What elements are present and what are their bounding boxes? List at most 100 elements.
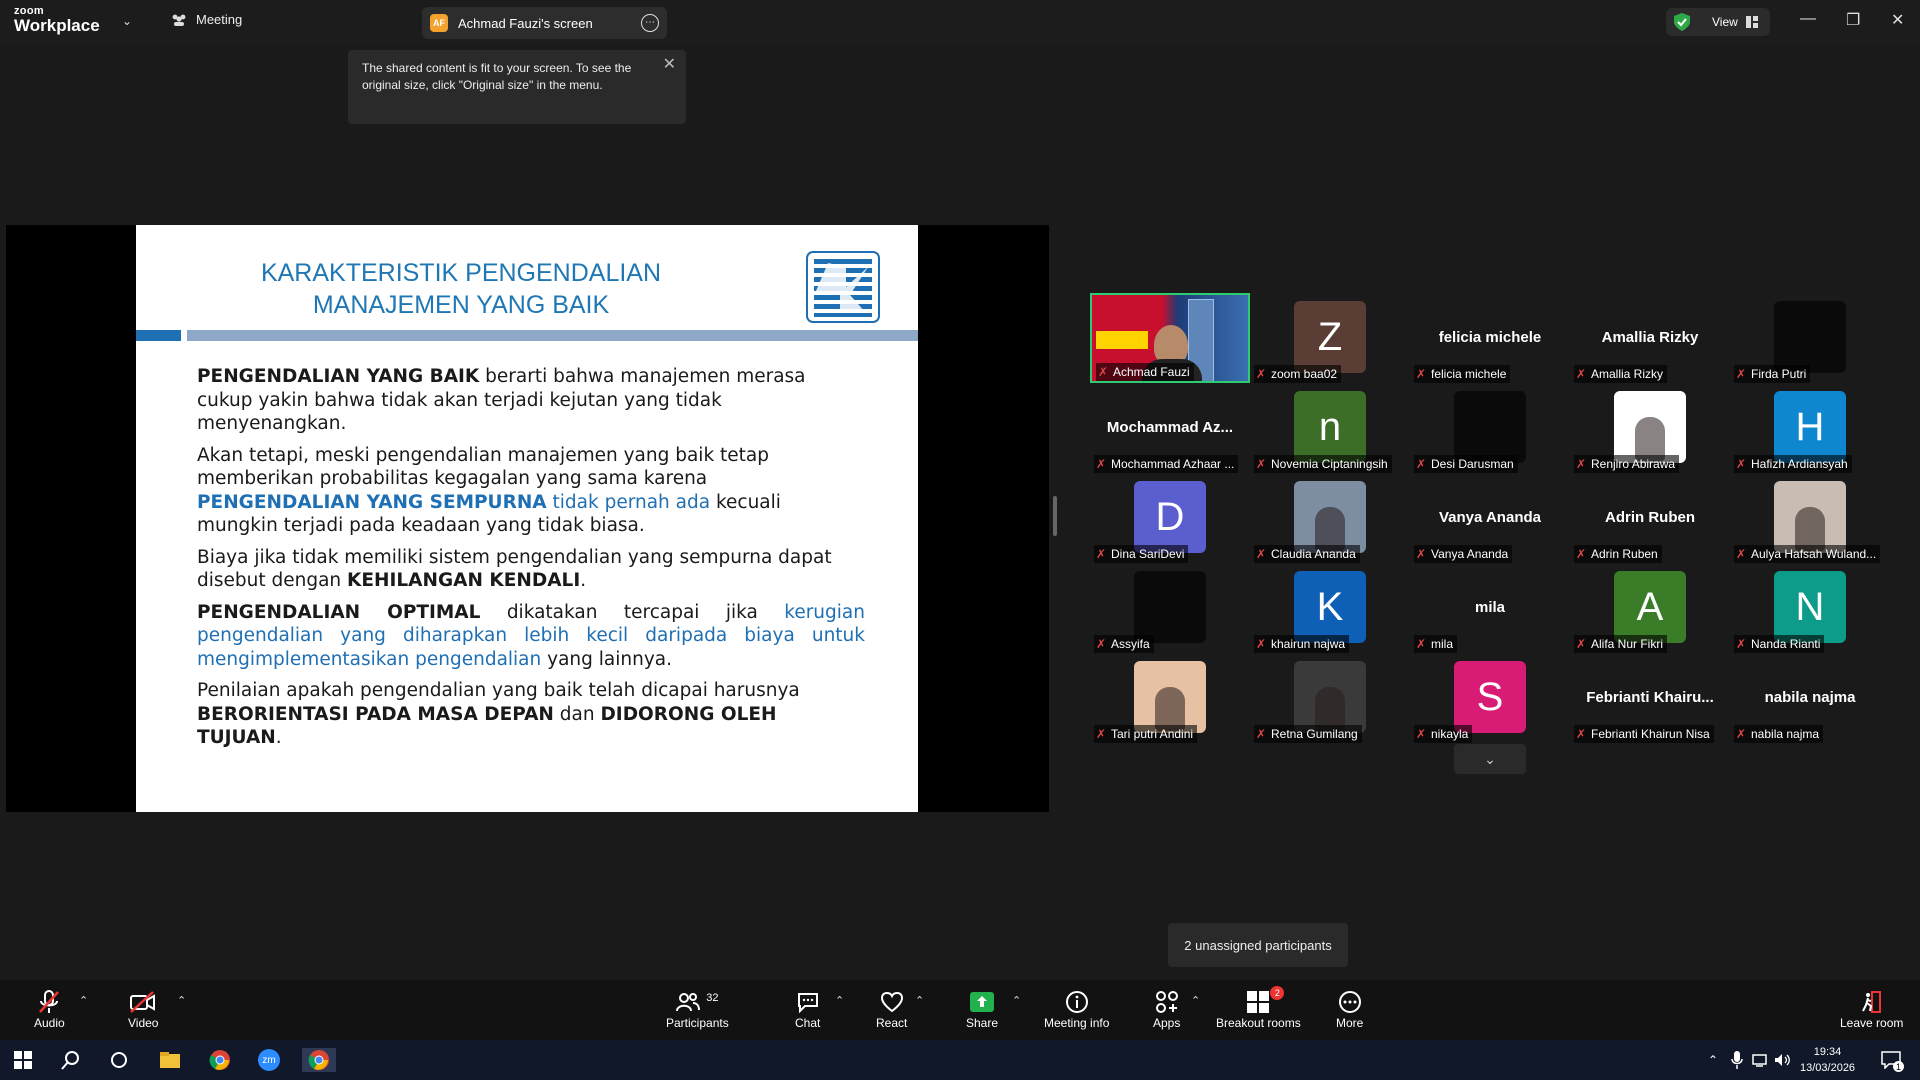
share-options-caret-icon[interactable]: ⌃ [1012,994,1021,1007]
participant-tile[interactable]: D ✗ Dina SariDevi [1090,473,1250,563]
participant-tile[interactable]: Amallia Rizky ✗ Amallia Rizky [1570,293,1730,383]
mic-muted-icon: ✗ [1736,367,1747,381]
zoom-logo[interactable]: zoom Workplace [14,6,100,35]
leave-room-label: Leave room [1840,1016,1904,1030]
slide-p2-highlight: PENGENDALIAN YANG SEMPURNA [197,491,547,513]
participant-tile[interactable]: ✗ Claudia Ananda [1250,473,1410,563]
audio-button[interactable]: Audio [34,988,65,1030]
participant-tile[interactable]: ✗ Aulya Hafsah Wuland... [1730,473,1890,563]
meeting-toolbar: Audio ⌃ Video ⌃ 32 Participants Chat ⌃ R… [0,980,1920,1040]
participant-tile[interactable]: ✗ Renjiro Abirawa [1570,383,1730,473]
split-resize-handle[interactable] [1053,496,1057,536]
participant-tile[interactable]: ✗ Assyifa [1090,563,1250,653]
chrome-active-icon[interactable] [302,1048,336,1072]
share-button[interactable]: Share [966,988,998,1030]
restore-icon[interactable]: ❐ [1846,10,1860,30]
participant-display-name: Adrin Ruben [1605,509,1695,526]
slide-p2-text: Akan tetapi, meski pengendalian manajeme… [197,444,770,490]
participant-name: Amallia Rizky [1591,367,1664,381]
mic-muted-icon: ✗ [1736,637,1747,651]
apps-options-caret-icon[interactable]: ⌃ [1191,994,1200,1007]
shield-check-icon[interactable] [1674,13,1690,31]
notification-icon[interactable]: 1 [1878,1048,1904,1072]
participant-tile[interactable]: ✗ Firda Putri [1730,293,1890,383]
participant-tile[interactable]: nabila najma ✗ nabila najma [1730,653,1890,743]
grid-icon [1745,16,1758,28]
participant-name: Dina SariDevi [1111,547,1185,561]
participant-name: Hafizh Ardiansyah [1751,457,1848,471]
participant-name: Desi Darusman [1431,457,1514,471]
share-screen-icon [969,988,995,1016]
participant-name-label: ✗ Nanda Rianti [1734,635,1825,653]
close-icon[interactable]: ✕ [663,56,676,73]
chat-options-caret-icon[interactable]: ⌃ [835,994,844,1007]
participant-tile[interactable]: ✗ Retna Gumilang [1250,653,1410,743]
mic-muted-icon: ✗ [1576,727,1587,741]
zoom-app-icon[interactable]: zm [256,1048,282,1072]
task-view-icon[interactable] [106,1048,132,1072]
participant-tile[interactable]: mila ✗ mila [1410,563,1570,653]
video-button[interactable]: Video [128,988,158,1030]
participant-tile[interactable]: K ✗ khairun najwa [1250,563,1410,653]
mic-muted-icon: ✗ [1096,637,1107,651]
file-explorer-icon[interactable] [157,1048,183,1072]
participant-tile[interactable]: Vanya Ananda ✗ Vanya Ananda [1410,473,1570,563]
minimize-icon[interactable]: — [1800,10,1816,28]
participant-name: Renjiro Abirawa [1591,457,1676,471]
audio-options-caret-icon[interactable]: ⌃ [79,994,88,1007]
apps-button[interactable]: Apps [1153,988,1180,1030]
mic-muted-icon: ✗ [1096,547,1107,561]
participant-tile[interactable]: Z ✗ zoom baa02 [1250,293,1410,383]
more-options-icon[interactable]: ⋯ [641,14,659,32]
shared-screen-tab-label: Achmad Fauzi's screen [458,15,593,31]
meeting-tab[interactable]: Meeting [170,12,242,27]
gallery-scroll-down-button[interactable]: ⌄ [1454,744,1526,774]
participant-name-label: ✗ zoom baa02 [1254,365,1342,383]
presenter-avatar: AF [430,14,448,32]
participant-name-label: ✗ Claudia Ananda [1254,545,1360,563]
participant-tile[interactable]: Adrin Ruben ✗ Adrin Ruben [1570,473,1730,563]
participants-button[interactable]: 32 Participants [666,988,729,1030]
participant-tile[interactable]: Febrianti Khairu... ✗ Febrianti Khairun Ni… [1570,653,1730,743]
tray-chevron-up-icon[interactable]: ⌃ [1700,1048,1726,1072]
breakout-rooms-button[interactable]: 2 Breakout rooms [1216,986,1301,1030]
shared-screen-tab[interactable]: AF Achmad Fauzi's screen ⋯ [422,7,667,39]
participant-tile[interactable]: n ✗ Novemia Ciptaningsih [1250,383,1410,473]
participant-tile[interactable]: H ✗ Hafizh Ardiansyah [1730,383,1890,473]
chrome-icon[interactable] [207,1048,233,1072]
search-icon[interactable] [58,1048,84,1072]
participant-tile[interactable]: Mochammad Az... ✗ Mochammad Azhaar ... [1090,383,1250,473]
windows-start-icon[interactable] [10,1048,36,1072]
microphone-icon[interactable] [1724,1048,1750,1072]
close-window-icon[interactable]: ✕ [1891,10,1904,30]
participant-tile[interactable]: A ✗ Alifa Nur Fikri [1570,563,1730,653]
participant-tile[interactable]: S ✗ nikayla [1410,653,1570,743]
participant-tile[interactable]: N ✗ Nanda Rianti [1730,563,1890,653]
title-bar: zoom Workplace ⌄ Meeting AF Achmad Fauzi… [0,0,1920,44]
participant-tile[interactable]: felicia michele ✗ felicia michele [1410,293,1570,383]
meeting-info-button[interactable]: Meeting info [1044,988,1109,1030]
view-button[interactable]: View [1666,8,1770,36]
participant-name-label: ✗ Amallia Rizky [1574,365,1668,383]
participant-name-label: ✗ Febrianti Khairun Nisa [1574,725,1714,743]
volume-icon[interactable] [1770,1048,1796,1072]
participant-tile[interactable]: ✗ Desi Darusman [1410,383,1570,473]
slide-p4-text: dikatakan tercapai jika [480,601,785,623]
shared-screen-area[interactable]: KARAKTERISTIK PENGENDALIAN MANAJEMEN YAN… [6,225,1049,812]
taskbar-clock[interactable]: 19:34 13/03/2026 [1800,1044,1855,1076]
chevron-down-icon[interactable]: ⌄ [122,14,132,28]
leave-room-button[interactable]: Leave room [1840,988,1903,1030]
more-button[interactable]: More [1336,988,1363,1030]
mic-muted-icon: ✗ [1576,367,1587,381]
participant-display-name: Mochammad Az... [1106,419,1234,436]
windows-taskbar: zm ⌃ 19:34 13/03/2026 1 [0,1040,1920,1080]
video-options-caret-icon[interactable]: ⌃ [177,994,186,1007]
mic-muted-icon: ✗ [1256,547,1267,561]
participant-display-name: Febrianti Khairu... [1586,689,1714,706]
react-button[interactable]: React [876,988,907,1030]
chat-button[interactable]: Chat [795,988,820,1030]
participant-tile[interactable]: ✗ Tari putri Andini [1090,653,1250,743]
react-options-caret-icon[interactable]: ⌃ [915,994,924,1007]
participant-tile[interactable]: ✗ Achmad Fauzi [1090,293,1250,383]
participant-avatar: D [1134,481,1206,553]
